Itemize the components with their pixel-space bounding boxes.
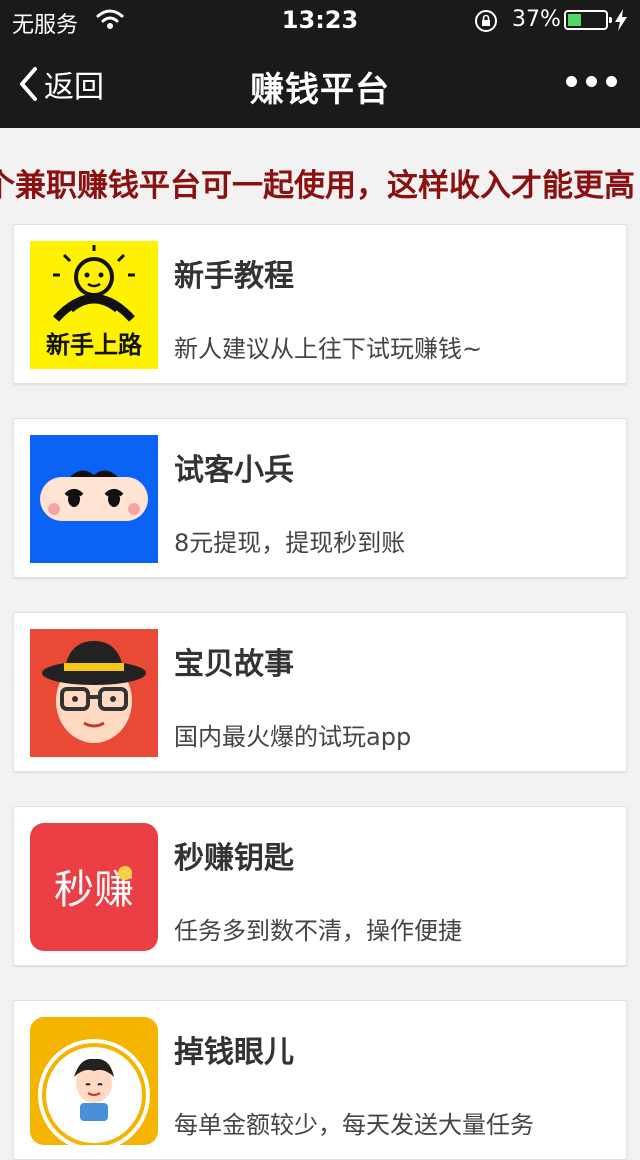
miaozhuan-logo-icon: 秒赚: [30, 823, 158, 951]
app-card-miaozhuan[interactable]: 秒赚 秒赚钥匙 任务多到数不清，操作便捷: [13, 806, 627, 966]
charging-bolt-icon: [615, 9, 627, 31]
status-bar: 无服务 13:23 37%: [0, 0, 640, 42]
orientation-lock-icon: [475, 10, 497, 32]
battery-percent: 37%: [512, 7, 561, 32]
coin-boy-icon: [30, 1017, 158, 1145]
more-dot-icon: [606, 76, 617, 87]
more-dot-icon: [586, 76, 597, 87]
ninja-face-icon: [30, 435, 158, 563]
app-card-diaoqianyaner[interactable]: 掉钱眼儿 每单金额较少，每天发送大量任务: [13, 1000, 627, 1160]
app-name: 试客小兵: [174, 453, 294, 488]
more-options-button[interactable]: [566, 76, 617, 87]
battery-icon: [564, 10, 612, 30]
app-card-baobeigushi[interactable]: 宝贝故事 国内最火爆的试玩app: [13, 612, 627, 772]
app-description: 新人建议从上往下试玩赚钱~: [174, 335, 483, 363]
top-bar: 无服务 13:23 37% 返回 赚钱平台: [0, 0, 640, 128]
rookie-road-icon: 新手上路: [30, 241, 158, 369]
app-name: 新手教程: [174, 259, 294, 294]
app-description: 国内最火爆的试玩app: [174, 723, 412, 751]
notice-text: 个兼职赚钱平台可一起使用，这样收入才能更高: [0, 168, 635, 204]
svg-text:新手上路: 新手上路: [46, 331, 143, 359]
app-description: 每单金额较少，每天发送大量任务: [174, 1111, 534, 1139]
page-title: 赚钱平台: [250, 70, 390, 110]
app-name: 掉钱眼儿: [174, 1035, 294, 1070]
nav-bar: 返回 赚钱平台: [0, 42, 640, 128]
app-name: 宝贝故事: [174, 647, 294, 682]
app-card-shikexiaobing[interactable]: 试客小兵 8元提现，提现秒到账: [13, 418, 627, 578]
hat-glasses-face-icon: [30, 629, 158, 757]
app-card-rookie[interactable]: 新手上路 新手教程 新人建议从上往下试玩赚钱~: [13, 224, 627, 384]
more-dot-icon: [566, 76, 577, 87]
app-description: 任务多到数不清，操作便捷: [174, 917, 462, 945]
app-name: 秒赚钥匙: [174, 841, 294, 876]
notice-marquee: 个兼职赚钱平台可一起使用，这样收入才能更高: [0, 160, 640, 204]
app-description: 8元提现，提现秒到账: [174, 529, 406, 557]
